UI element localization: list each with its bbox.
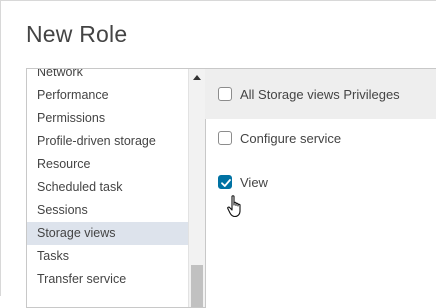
new-role-dialog: New Role Network Performance Permissions…	[0, 0, 436, 308]
category-item-sessions[interactable]: Sessions	[27, 199, 189, 222]
category-item-permissions[interactable]: Permissions	[27, 107, 189, 130]
all-privileges-row[interactable]: All Storage views Privileges	[205, 69, 436, 119]
view-checkbox[interactable]	[218, 175, 232, 189]
all-privileges-label: All Storage views Privileges	[240, 86, 400, 102]
all-privileges-checkbox[interactable]	[218, 87, 232, 101]
category-item-scheduled-task[interactable]: Scheduled task	[27, 176, 189, 199]
category-item-profile-driven-storage[interactable]: Profile-driven storage	[27, 130, 189, 153]
hand-pointer-cursor-icon	[227, 195, 241, 218]
scrollbar-thumb[interactable]	[191, 265, 203, 307]
category-item-performance[interactable]: Performance	[27, 84, 189, 107]
category-item-tasks[interactable]: Tasks	[27, 245, 189, 268]
privilege-row-configure-service[interactable]: Configure service	[205, 115, 436, 161]
privilege-category-list[interactable]: Network Performance Permissions Profile-…	[26, 68, 206, 308]
category-list-scrollbar[interactable]	[188, 69, 205, 307]
category-item-network[interactable]: Network	[27, 69, 189, 84]
view-label: View	[240, 174, 268, 190]
dialog-title: New Role	[26, 21, 128, 47]
category-item-transfer-service[interactable]: Transfer service	[27, 268, 189, 291]
configure-service-checkbox[interactable]	[218, 131, 232, 145]
category-item-storage-views[interactable]: Storage views	[27, 222, 189, 245]
configure-service-label: Configure service	[240, 130, 342, 146]
category-items: Network Performance Permissions Profile-…	[27, 69, 189, 291]
scroll-up-arrow-icon[interactable]	[193, 75, 201, 80]
checkmark-icon	[221, 179, 231, 187]
privileges-panel: All Storage views Privileges Configure s…	[205, 68, 436, 308]
category-item-resource[interactable]: Resource	[27, 153, 189, 176]
